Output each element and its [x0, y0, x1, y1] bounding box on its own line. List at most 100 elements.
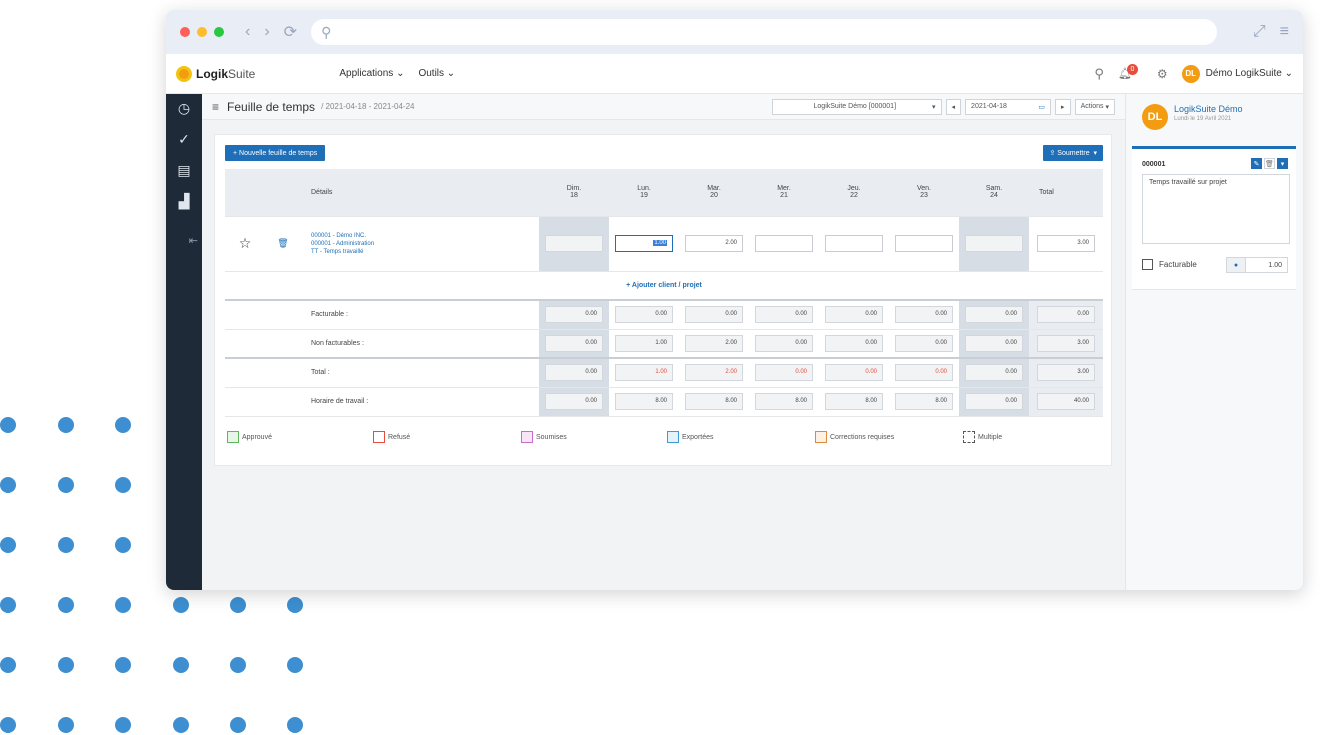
table-header: Détails Dim. 18 Lun. 19 Mar. 20 Mer. 21 Jeu.… — [225, 169, 1103, 217]
minimize-window-button[interactable] — [197, 27, 207, 37]
user-summary: DL LogikSuite Démo Lundi le 19 Avril 202… — [1126, 94, 1303, 130]
entry-details[interactable]: 000001 - Démo INC. 000001 - Administrati… — [301, 216, 539, 272]
legend-swatch — [815, 431, 827, 443]
address-bar[interactable]: ⚲ — [311, 19, 1217, 45]
user-menu[interactable]: DL Démo LogikSuite ⌄ — [1181, 64, 1293, 83]
table-row: Facturable : 0.00 0.00 0.00 0.00 0.00 0.… — [225, 300, 1103, 330]
submit-button[interactable]: ⇪ Soumettre ▾ — [1043, 145, 1103, 161]
legend-multiple: Multiple — [963, 431, 1002, 443]
legend-swatch — [521, 431, 533, 443]
actions-dropdown[interactable]: Actions ▾ — [1074, 98, 1115, 115]
add-client-project-link[interactable]: + Ajouter client / projet — [225, 271, 1103, 301]
star-icon[interactable]: ☆ — [225, 216, 265, 272]
menu-outils[interactable]: Outils ⌄ — [418, 68, 455, 79]
chevron-down-icon: ⌄ — [1284, 68, 1293, 79]
status-legend: Approuvé Refusé Soumises Exportées Corre… — [227, 431, 1107, 443]
details-header: Détails — [301, 169, 539, 217]
notification-bell[interactable]: 🔔︎0 — [1118, 63, 1143, 81]
day-header: Sam. 24 — [959, 169, 1029, 217]
legend-refuse: Refusé — [373, 431, 521, 443]
next-week-button[interactable]: ▸ — [1055, 98, 1071, 115]
day-header: Mer. 21 — [749, 169, 819, 217]
logo-icon — [176, 65, 192, 82]
trash-icon[interactable]: 🗑︎ — [265, 216, 301, 272]
chevron-down-icon: ▾ — [932, 103, 936, 111]
forward-icon[interactable]: › — [264, 23, 269, 41]
billable-checkbox[interactable]: Facturable — [1142, 259, 1197, 270]
date-field[interactable]: 2021-04-18 ▭ — [965, 98, 1052, 115]
client-select[interactable]: LogikSuite Démo [000001] ▾ — [771, 98, 942, 115]
avatar: DL — [1181, 64, 1200, 83]
main-content: ≡ Feuille de temps / 2021-04-18 - 2021-0… — [202, 94, 1125, 590]
top-menu: Applications ⌄ Outils ⌄ — [339, 68, 455, 79]
timesheet-card: + Nouvelle feuille de temps ⇪ Soumettre … — [214, 134, 1112, 466]
menu-applications[interactable]: Applications ⌄ — [339, 68, 404, 79]
analytics-icon[interactable]: ▟ — [179, 193, 190, 210]
table-row: Non facturables : 0.00 1.00 2.00 0.00 0.… — [225, 329, 1103, 359]
right-panel: DL LogikSuite Démo Lundi le 19 Avril 202… — [1125, 94, 1303, 590]
browser-window: ‹ › ⟳ ⚲ ⤢ ≡ Logik Suite Applications ⌄ Ou… — [166, 10, 1303, 590]
legend-corrections: Corrections requises — [815, 431, 963, 443]
legend-swatch — [963, 431, 975, 443]
user-name: LogikSuite Démo — [1174, 104, 1243, 114]
chevron-down-icon: ▾ — [1093, 150, 1097, 157]
page-title: Feuille de temps — [227, 99, 316, 114]
current-date: Lundi le 19 Avril 2021 — [1174, 116, 1232, 122]
edit-icon[interactable]: ✎ — [1251, 158, 1262, 169]
table-row: Total : 0.00 1.00 2.00 0.00 0.00 0.00 0.… — [225, 357, 1103, 388]
hours-input[interactable]: 1.00 — [615, 235, 673, 252]
browser-chrome: ‹ › ⟳ ⚲ ⤢ ≡ — [166, 10, 1303, 54]
day-header: Mar. 20 — [679, 169, 749, 217]
legend-soumises: Soumises — [521, 431, 667, 443]
hours-input[interactable] — [895, 235, 953, 252]
notification-badge: 0 — [1126, 63, 1138, 75]
avatar: DL — [1142, 104, 1168, 130]
check-icon[interactable]: ✓ — [178, 131, 190, 148]
search-icon: ⚲ — [321, 23, 332, 40]
legend-approuve: Approuvé — [227, 431, 373, 443]
chevron-down-icon: ⌄ — [446, 68, 456, 79]
close-window-button[interactable] — [180, 27, 190, 37]
day-header: Ven. 23 — [889, 169, 959, 217]
clock-icon[interactable]: ◷ — [178, 100, 190, 117]
search-icon[interactable]: ⚲ — [1094, 66, 1104, 82]
day-header: Dim. 18 — [539, 169, 609, 217]
prev-week-button[interactable]: ◂ — [945, 98, 962, 115]
collapse-sidebar-icon[interactable]: ⇤ — [189, 234, 198, 247]
reload-icon[interactable]: ⟳ — [284, 22, 297, 42]
table-row: Horaire de travail : 0.00 8.00 8.00 8.00… — [225, 387, 1103, 417]
maximize-window-button[interactable] — [214, 27, 224, 37]
logo[interactable]: Logik Suite — [176, 65, 255, 82]
hours-input[interactable] — [965, 235, 1023, 252]
left-sidebar: ◷ ✓ ▤ ▟ ⇤ — [166, 94, 202, 590]
calendar-icon: ▭ — [1038, 103, 1046, 111]
hours-input[interactable] — [825, 235, 883, 252]
total-header: Total — [1029, 169, 1103, 217]
expand-icon[interactable]: ⤢ — [1253, 23, 1266, 41]
hours-field[interactable]: ● 1.00 — [1226, 257, 1288, 273]
day-header: Jeu. 22 — [819, 169, 889, 217]
note-textarea[interactable]: Temps travaillé sur projet — [1142, 174, 1290, 244]
clock-icon: ● — [1226, 257, 1246, 273]
hours-input[interactable] — [545, 235, 603, 252]
new-timesheet-button[interactable]: + Nouvelle feuille de temps — [225, 145, 326, 161]
back-icon[interactable]: ‹ — [245, 23, 250, 41]
chevron-down-icon: ⌄ — [396, 68, 405, 79]
chevron-down-icon[interactable]: ▾ — [1277, 158, 1288, 169]
hours-input[interactable]: 2.00 — [685, 235, 743, 252]
table-row: ☆ 🗑︎ 000001 - Démo INC. 000001 - Adminis… — [225, 216, 1103, 272]
trash-icon[interactable]: 🗑︎ — [1264, 158, 1275, 169]
entry-code: 000001 — [1142, 161, 1166, 168]
timesheet-table: Détails Dim. 18 Lun. 19 Mar. 20 Mer. 21 Jeu.… — [225, 169, 1103, 417]
date-range: / 2021-04-18 - 2021-04-24 — [321, 102, 415, 111]
chevron-down-icon: ▾ — [1105, 103, 1109, 111]
settings-icon[interactable]: ⚙ — [1157, 67, 1168, 81]
legend-exportees: Exportées — [667, 431, 815, 443]
row-total: 3.00 — [1037, 235, 1095, 252]
invoice-icon[interactable]: ▤ — [177, 162, 190, 179]
hamburger-icon[interactable]: ≡ — [212, 100, 219, 114]
day-header: Lun. 19 — [609, 169, 679, 217]
browser-menu-icon[interactable]: ≡ — [1280, 23, 1289, 41]
hours-input[interactable] — [755, 235, 813, 252]
page-header: ≡ Feuille de temps / 2021-04-18 - 2021-0… — [202, 94, 1125, 120]
